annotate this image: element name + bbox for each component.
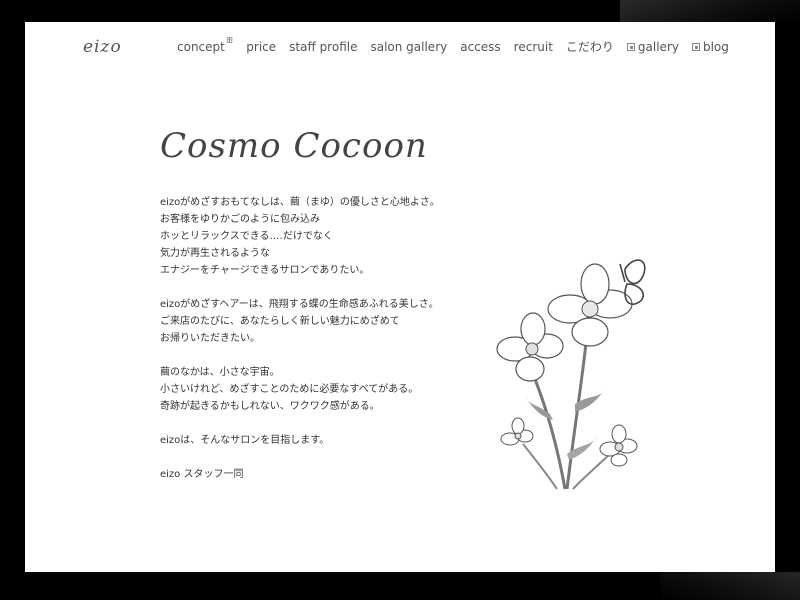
nav-gallery[interactable]: gallery bbox=[626, 39, 679, 54]
text-line: eizoは、そんなサロンを目指します。 bbox=[160, 435, 330, 446]
text-line: お帰りいただきたい。 bbox=[160, 333, 260, 344]
nav-access[interactable]: access bbox=[460, 40, 500, 54]
device-frame-left bbox=[0, 0, 26, 600]
paragraph: eizoがめざすヘアーは、飛翔する蝶の生命感あふれる美しさ。 ご来店のたびに、あ… bbox=[160, 296, 500, 347]
page-title: Cosmo Cocoon bbox=[160, 126, 428, 166]
nav-salon-gallery[interactable]: salon gallery bbox=[370, 40, 447, 54]
nav-concept-label: concept bbox=[177, 39, 225, 54]
main-nav: concept ꕥ price staff profile salon gall… bbox=[177, 36, 742, 55]
text-line: 奇跡が起きるかもしれない、ワクワク感がある。 bbox=[160, 401, 380, 412]
text-line: ホッとリラックスできる‥‥だけでなく bbox=[160, 231, 333, 242]
text-line: 気力が再生されるような bbox=[160, 248, 270, 259]
signature: eizo スタッフ一同 bbox=[160, 469, 244, 480]
paragraph: 繭のなかは、小さな宇宙。 小さいけれど、めざすことのために必要なすべてがある。 … bbox=[160, 364, 500, 415]
external-link-icon bbox=[626, 42, 635, 51]
butterfly-icon: ꕥ bbox=[225, 35, 234, 45]
intro-text: eizoがめざすおもてなしは、繭（まゆ）の優しさと心地よさ。 お客様をゆりかごの… bbox=[160, 194, 500, 483]
device-frame-glare-top bbox=[620, 0, 800, 22]
nav-kodawari[interactable]: こだわり bbox=[566, 38, 614, 55]
paragraph: eizoがめざすおもてなしは、繭（まゆ）の優しさと心地よさ。 お客様をゆりかごの… bbox=[160, 194, 500, 279]
nav-concept[interactable]: concept ꕥ bbox=[177, 36, 233, 54]
device-frame-glare-bottom bbox=[660, 572, 800, 600]
nav-recruit[interactable]: recruit bbox=[514, 40, 553, 54]
nav-staff-profile[interactable]: staff profile bbox=[289, 40, 357, 54]
text-line: eizoがめざすヘアーは、飛翔する蝶の生命感あふれる美しさ。 bbox=[160, 299, 439, 310]
external-link-icon bbox=[691, 42, 700, 51]
nav-price[interactable]: price bbox=[246, 40, 276, 54]
text-line: 小さいけれど、めざすことのために必要なすべてがある。 bbox=[160, 384, 419, 395]
nav-blog-label: blog bbox=[702, 39, 729, 54]
text-line: 繭のなかは、小さな宇宙。 bbox=[160, 367, 280, 378]
page-screen: eizo concept ꕥ price staff profile salon… bbox=[25, 22, 775, 572]
text-line: エナジーをチャージできるサロンでありたい。 bbox=[160, 265, 370, 276]
site-logo[interactable]: eizo bbox=[83, 37, 122, 57]
text-line: ご来店のたびに、あなたらしく新しい魅力にめざめて bbox=[160, 316, 400, 327]
flower-butterfly-illustration bbox=[496, 259, 646, 490]
text-line: お客様をゆりかごのように包み込み bbox=[160, 214, 320, 225]
nav-gallery-label: gallery bbox=[637, 39, 679, 54]
paragraph: eizoは、そんなサロンを目指します。 bbox=[160, 432, 500, 449]
text-line: eizoがめざすおもてなしは、繭（まゆ）の優しさと心地よさ。 bbox=[160, 197, 440, 208]
nav-blog[interactable]: blog bbox=[691, 39, 729, 54]
